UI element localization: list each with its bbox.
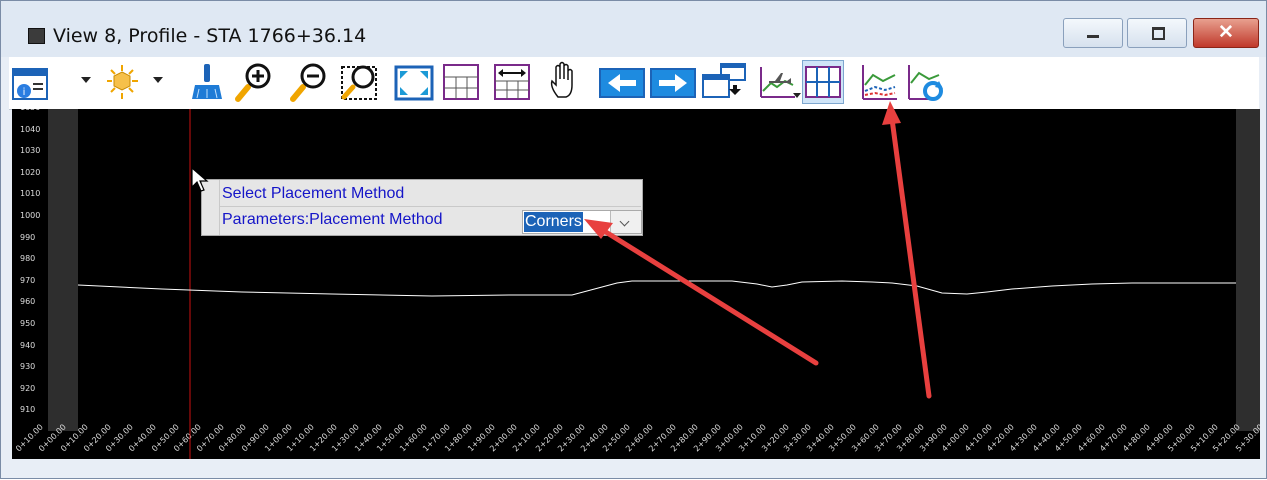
window-area-icon (341, 65, 377, 100)
display-style-button[interactable] (102, 61, 142, 103)
profile-exaggeration-button[interactable] (492, 61, 532, 103)
maximize-button[interactable] (1127, 18, 1187, 48)
view-attributes-dropdown-icon[interactable] (81, 77, 91, 83)
view-window-icon (28, 28, 45, 44)
airplane-icon (760, 67, 795, 98)
placement-method-label: Parameters:Placement Method (222, 211, 443, 228)
display-style-dropdown-icon[interactable] (153, 77, 163, 83)
grid-width-icon (494, 64, 530, 100)
popup-title-row: Select Placement Method (219, 182, 641, 207)
pan-view-button[interactable] (546, 61, 586, 103)
create-profile-button[interactable] (859, 61, 899, 103)
svg-text:i: i (23, 87, 26, 98)
zoom-out-button[interactable] (289, 61, 329, 103)
view-attributes-icon: i (12, 68, 48, 100)
copy-view-icon (702, 63, 746, 98)
grid-icon (443, 64, 479, 100)
profile-refresh-button[interactable] (905, 61, 945, 103)
close-button[interactable]: ✕ (1193, 18, 1259, 48)
previous-view-button[interactable] (598, 61, 646, 103)
profile-view-window: View 8, Profile - STA 1766+36.14 ✕ i 104… (0, 0, 1267, 479)
copy-view-button[interactable] (701, 61, 749, 103)
flyover-button[interactable] (757, 61, 797, 103)
view-toolbar: i (9, 57, 1259, 110)
placement-method-row: Parameters:Placement Method Corners (219, 208, 642, 234)
zoom-in-button[interactable] (234, 61, 274, 103)
mouse-pointer-icon (191, 167, 209, 192)
profile-icon (862, 65, 897, 100)
window-area-button[interactable] (339, 61, 379, 103)
minimize-button[interactable] (1063, 18, 1123, 48)
grid-icon (805, 66, 841, 98)
window-title: View 8, Profile - STA 1766+36.14 (53, 25, 367, 47)
placement-method-select[interactable]: Corners (522, 210, 642, 234)
profile-line (77, 280, 1236, 297)
brush-icon (192, 64, 222, 99)
popup-title: Select Placement Method (222, 185, 405, 202)
title-bar[interactable]: View 8, Profile - STA 1766+36.14 ✕ (1, 1, 1266, 57)
placement-method-value[interactable]: Corners (524, 212, 583, 232)
profile-grid-button[interactable] (441, 61, 481, 103)
maximize-icon (1152, 27, 1165, 40)
close-icon: ✕ (1218, 22, 1234, 43)
tool-settings-popup: Select Placement Method Parameters:Place… (201, 179, 643, 236)
profile-plot[interactable]: 1050104010301020101010009909809709609509… (12, 109, 1260, 459)
hand-icon (550, 61, 573, 98)
profile-grid-active-button[interactable] (802, 60, 844, 104)
arrow-right-icon (650, 68, 696, 98)
fit-view-button[interactable] (394, 61, 434, 103)
cube-icon (107, 65, 138, 99)
next-view-button[interactable] (649, 61, 697, 103)
arrow-left-icon (599, 68, 645, 98)
minimize-icon (1087, 35, 1099, 38)
update-view-button[interactable] (185, 61, 225, 103)
chevron-down-icon[interactable] (610, 211, 641, 233)
zoom-in-icon (235, 63, 271, 102)
fit-view-icon (394, 65, 434, 101)
view-attributes-button[interactable]: i (11, 61, 51, 103)
profile-canvas (77, 109, 1236, 459)
profile-refresh-icon (908, 65, 943, 101)
zoom-out-icon (290, 63, 326, 102)
flyover-dropdown-icon[interactable] (793, 93, 801, 98)
